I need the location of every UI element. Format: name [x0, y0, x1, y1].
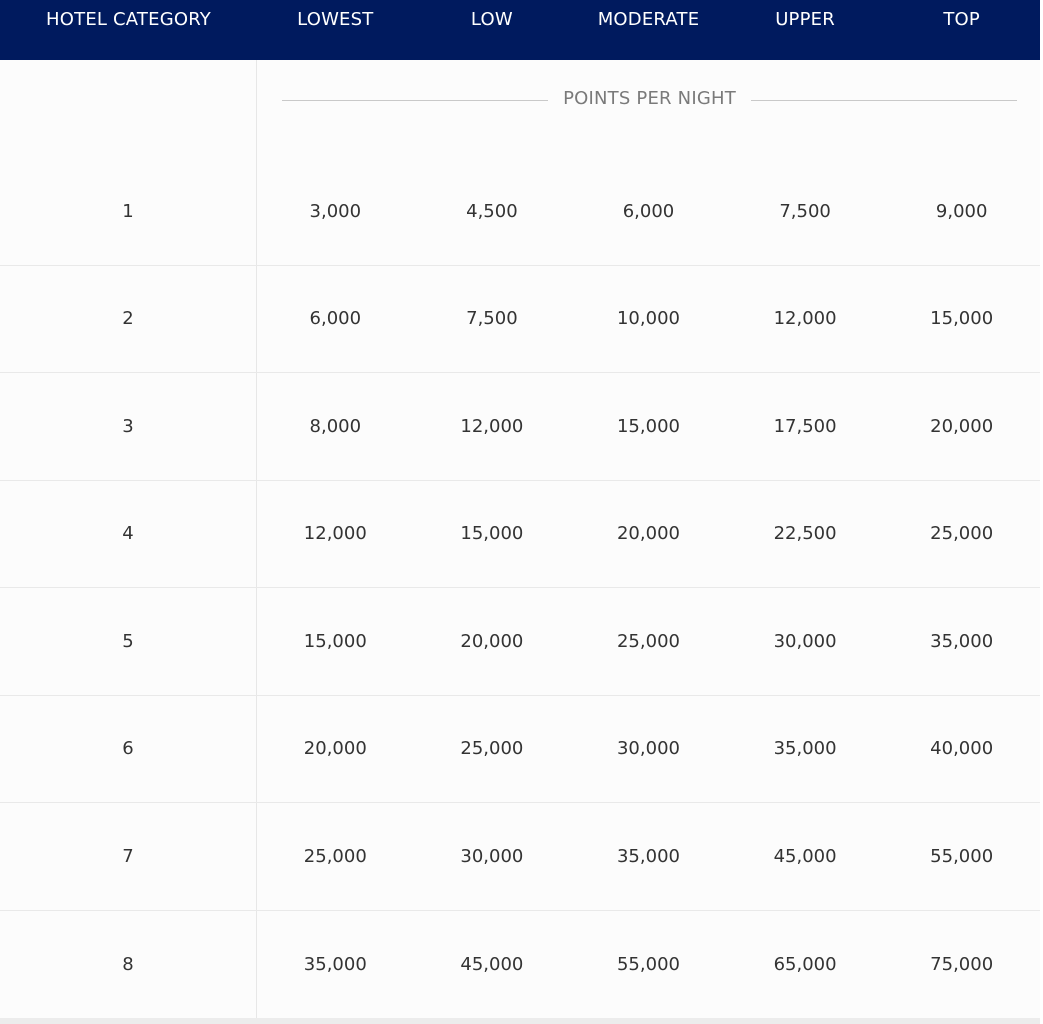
moderate-cell: 55,000 — [616, 953, 680, 975]
header-top: TOP — [943, 9, 980, 30]
low-cell: 12,000 — [460, 415, 524, 437]
category-cell: 2 — [0, 265, 257, 372]
header-upper: UPPER — [775, 9, 835, 30]
upper-cell: 12,000 — [773, 308, 837, 330]
low-cell: 7,500 — [466, 308, 518, 330]
moderate-cell: 35,000 — [616, 845, 680, 867]
category-cell: 1 — [0, 158, 257, 265]
header-hotel-category: HOTEL CATEGORY — [46, 9, 211, 30]
upper-cell: 22,500 — [773, 523, 837, 545]
table-header-row: HOTEL CATEGORY LOWEST LOW MODERATE UPPER… — [0, 0, 1040, 60]
top-cell: 35,000 — [930, 630, 994, 652]
table-body: 1 3,000 4,500 6,000 7,500 9,000 2 6,000 … — [0, 158, 1040, 1018]
top-cell: 75,000 — [930, 953, 994, 975]
lowest-cell: 8,000 — [309, 415, 362, 437]
top-cell: 40,000 — [930, 738, 994, 760]
table-row: 1 3,000 4,500 6,000 7,500 9,000 — [0, 158, 1040, 266]
table-row: 8 35,000 45,000 55,000 65,000 75,000 — [0, 910, 1040, 1018]
top-cell: 15,000 — [930, 308, 994, 330]
subheader-spacer — [0, 60, 257, 160]
lowest-cell: 6,000 — [309, 308, 362, 330]
category-cell: 8 — [0, 910, 257, 1018]
table-row: 2 6,000 7,500 10,000 12,000 15,000 — [0, 265, 1040, 373]
low-cell: 25,000 — [460, 738, 524, 760]
top-cell: 55,000 — [930, 845, 994, 867]
lowest-cell: 12,000 — [303, 523, 367, 545]
category-cell: 5 — [0, 588, 257, 695]
lowest-cell: 20,000 — [303, 738, 367, 760]
low-cell: 20,000 — [460, 630, 524, 652]
low-cell: 15,000 — [460, 523, 524, 545]
low-cell: 45,000 — [460, 953, 524, 975]
top-cell: 20,000 — [930, 415, 994, 437]
moderate-cell: 15,000 — [616, 415, 680, 437]
points-subheader-row: POINTS PER NIGHT — [0, 60, 1040, 160]
moderate-cell: 25,000 — [616, 630, 680, 652]
category-cell: 4 — [0, 480, 257, 587]
table-row: 7 25,000 30,000 35,000 45,000 55,000 — [0, 803, 1040, 911]
top-cell: 25,000 — [930, 523, 994, 545]
divider-line-right — [751, 100, 1017, 101]
table-row: 3 8,000 12,000 15,000 17,500 20,000 — [0, 373, 1040, 481]
moderate-cell: 10,000 — [616, 308, 680, 330]
upper-cell: 30,000 — [773, 630, 837, 652]
upper-cell: 35,000 — [773, 738, 837, 760]
moderate-cell: 20,000 — [616, 523, 680, 545]
table-row: 6 20,000 25,000 30,000 35,000 40,000 — [0, 695, 1040, 803]
upper-cell: 7,500 — [779, 200, 831, 222]
low-cell: 4,500 — [466, 200, 518, 222]
upper-cell: 65,000 — [773, 953, 837, 975]
upper-cell: 17,500 — [773, 415, 837, 437]
table-row: 5 15,000 20,000 25,000 30,000 35,000 — [0, 588, 1040, 696]
points-table: HOTEL CATEGORY LOWEST LOW MODERATE UPPER… — [0, 0, 1040, 1024]
moderate-cell: 30,000 — [616, 738, 680, 760]
points-per-night-group: POINTS PER NIGHT — [257, 60, 1040, 160]
top-cell: 9,000 — [935, 200, 988, 222]
table-row: 4 12,000 15,000 20,000 22,500 25,000 — [0, 480, 1040, 588]
header-low: LOW — [470, 9, 513, 30]
low-cell: 30,000 — [460, 845, 524, 867]
points-per-night-label: POINTS PER NIGHT — [563, 88, 736, 109]
header-moderate: MODERATE — [597, 9, 700, 30]
table-bottom-edge — [0, 1018, 1040, 1024]
lowest-cell: 15,000 — [303, 630, 367, 652]
category-cell: 3 — [0, 373, 257, 480]
header-lowest: LOWEST — [297, 9, 374, 30]
category-cell: 7 — [0, 803, 257, 910]
lowest-cell: 35,000 — [303, 953, 367, 975]
lowest-cell: 3,000 — [309, 200, 362, 222]
category-cell: 6 — [0, 695, 257, 802]
lowest-cell: 25,000 — [303, 845, 367, 867]
upper-cell: 45,000 — [773, 845, 837, 867]
divider-line-left — [282, 100, 548, 101]
moderate-cell: 6,000 — [622, 200, 675, 222]
